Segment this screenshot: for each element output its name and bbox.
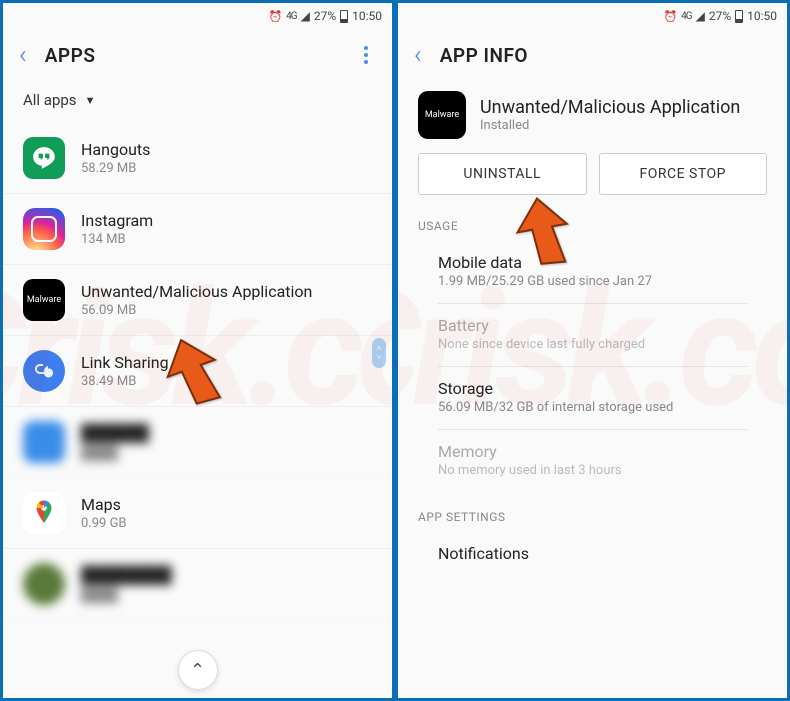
- section-settings-label: APP SETTINGS: [398, 504, 787, 532]
- app-detail-status: Installed: [480, 118, 740, 133]
- signal-icon: ◢: [301, 9, 310, 23]
- usage-sub: No memory used in last 3 hours: [438, 463, 747, 478]
- phone-right: PCrisk.com 4G ◢ 27% 10:50 ‹ APP INFO Mal…: [395, 0, 790, 701]
- app-name: ██████: [81, 423, 372, 443]
- battery-pct: 27%: [314, 9, 336, 23]
- usage-memory[interactable]: Memory No memory used in last 3 hours: [438, 430, 747, 492]
- app-icon-blurred: [23, 421, 65, 463]
- usage-title: Mobile data: [438, 253, 747, 272]
- app-detail-header: Malware Unwanted/Malicious Application I…: [398, 81, 787, 153]
- link-sharing-icon: [23, 350, 65, 392]
- app-name: Link Sharing: [81, 353, 372, 372]
- usage-title: Memory: [438, 442, 747, 461]
- app-name: Unwanted/Malicious Application: [81, 282, 372, 301]
- usage-sub: 56.09 MB/32 GB of internal storage used: [438, 400, 747, 415]
- usage-mobile-data[interactable]: Mobile data 1.99 MB/25.29 GB used since …: [438, 241, 747, 304]
- usage-title: Battery: [438, 316, 747, 335]
- section-usage-label: USAGE: [398, 213, 787, 241]
- maps-icon: [23, 492, 65, 534]
- usage-battery[interactable]: Battery None since device last fully cha…: [438, 304, 747, 367]
- phone-left: PCrisk.com 4G ◢ 27% 10:50 ‹ APPS All app…: [0, 0, 395, 701]
- force-stop-button[interactable]: FORCE STOP: [599, 153, 768, 195]
- malware-icon: Malware: [418, 91, 466, 139]
- network-label: 4G: [681, 11, 691, 22]
- app-row-linksharing[interactable]: Link Sharing 38.49 MB: [3, 336, 392, 407]
- battery-icon: [340, 10, 348, 23]
- usage-sub: 1.99 MB/25.29 GB used since Jan 27: [438, 274, 747, 289]
- app-row-blurred[interactable]: ████████ ████: [3, 549, 392, 620]
- settings-notifications[interactable]: Notifications: [438, 532, 747, 577]
- app-size: 56.09 MB: [81, 303, 372, 318]
- settings-title: Notifications: [438, 544, 747, 563]
- app-row-maps[interactable]: Maps 0.99 GB: [3, 478, 392, 549]
- chevron-down-icon: ▼: [85, 94, 96, 107]
- page-title: APPS: [45, 44, 356, 67]
- status-bar: 4G ◢ 27% 10:50: [398, 3, 787, 29]
- network-label: 4G: [286, 11, 296, 22]
- filter-label: All apps: [23, 91, 77, 109]
- app-size: 58.29 MB: [81, 161, 372, 176]
- app-name: Hangouts: [81, 140, 372, 159]
- app-size: 134 MB: [81, 232, 372, 247]
- app-row-instagram[interactable]: Instagram 134 MB: [3, 194, 392, 265]
- battery-icon: [735, 10, 743, 23]
- clock: 10:50: [747, 9, 777, 23]
- app-size: ████: [81, 445, 372, 461]
- app-row-malware[interactable]: Malware Unwanted/Malicious Application 5…: [3, 265, 392, 336]
- app-filter-dropdown[interactable]: All apps ▼: [3, 81, 392, 123]
- app-name: ████████: [81, 565, 372, 585]
- header: ‹ APP INFO: [398, 29, 787, 81]
- app-name: Instagram: [81, 211, 372, 230]
- alarm-icon: [268, 9, 282, 23]
- signal-icon: ◢: [696, 9, 705, 23]
- action-buttons: UNINSTALL FORCE STOP: [398, 153, 787, 213]
- malware-icon: Malware: [23, 279, 65, 321]
- clock: 10:50: [352, 9, 382, 23]
- usage-storage[interactable]: Storage 56.09 MB/32 GB of internal stora…: [438, 367, 747, 430]
- app-size: 38.49 MB: [81, 374, 372, 389]
- usage-sub: None since device last fully charged: [438, 337, 747, 352]
- app-detail-name: Unwanted/Malicious Application: [480, 97, 740, 118]
- back-button[interactable]: ‹: [414, 40, 422, 70]
- scroll-to-top-button[interactable]: ⌃: [178, 650, 218, 690]
- back-button[interactable]: ‹: [19, 40, 27, 70]
- overflow-menu-button[interactable]: [356, 38, 376, 72]
- app-row-blurred[interactable]: ██████ ████: [3, 407, 392, 478]
- app-list[interactable]: Hangouts 58.29 MB Instagram 134 MB Malwa…: [3, 123, 392, 698]
- app-name: Maps: [81, 495, 372, 514]
- page-title: APP INFO: [440, 44, 771, 67]
- app-size: 0.99 GB: [81, 516, 372, 531]
- app-row-hangouts[interactable]: Hangouts 58.29 MB: [3, 123, 392, 194]
- scrollbar-thumb[interactable]: ˄˅: [372, 338, 386, 368]
- status-bar: 4G ◢ 27% 10:50: [3, 3, 392, 29]
- header: ‹ APPS: [3, 29, 392, 81]
- hangouts-icon: [23, 137, 65, 179]
- uninstall-button[interactable]: UNINSTALL: [418, 153, 587, 195]
- usage-title: Storage: [438, 379, 747, 398]
- app-size: ████: [81, 587, 372, 603]
- instagram-icon: [23, 208, 65, 250]
- app-icon-blurred: [23, 563, 65, 605]
- alarm-icon: [663, 9, 677, 23]
- battery-pct: 27%: [709, 9, 731, 23]
